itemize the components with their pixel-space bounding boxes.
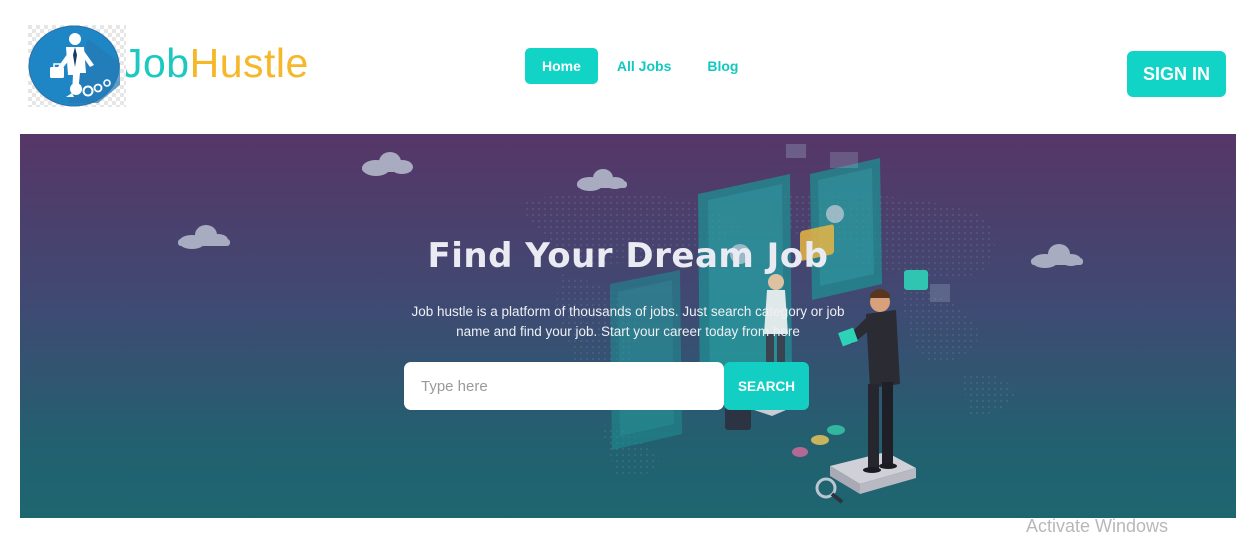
search-input[interactable]	[404, 362, 724, 410]
businessman-logo-icon	[28, 25, 126, 107]
brand-logo[interactable]: JobHustle	[28, 25, 309, 107]
page: JobHustle Home All Jobs Blog SIGN IN Fin…	[0, 0, 1257, 542]
hero-title: Find Your Dream Job	[427, 236, 829, 276]
cloud-icon	[577, 169, 627, 191]
brand-name-part2: Hustle	[189, 39, 309, 86]
coin-icons	[792, 425, 845, 457]
cloud-icon	[362, 152, 413, 176]
sign-in-button[interactable]: SIGN IN	[1127, 51, 1226, 97]
activate-windows-watermark: Activate Windows	[1026, 516, 1169, 536]
brand-name-part1: Job	[122, 39, 190, 86]
magnifier-icon	[815, 477, 844, 504]
nav-home[interactable]: Home	[525, 48, 598, 84]
search-button[interactable]: SEARCH	[724, 362, 809, 410]
nav-blog[interactable]: Blog	[690, 48, 755, 84]
site-header: JobHustle Home All Jobs Blog SIGN IN	[0, 0, 1257, 134]
hero-banner: Find Your Dream Job Job hustle is a plat…	[20, 134, 1236, 518]
main-nav: Home All Jobs Blog	[525, 48, 757, 84]
resume-panel-icon	[610, 270, 682, 450]
nav-all-jobs[interactable]: All Jobs	[600, 48, 688, 84]
brand-name: JobHustle	[122, 40, 309, 87]
hero-description: Job hustle is a platform of thousands of…	[411, 304, 845, 339]
